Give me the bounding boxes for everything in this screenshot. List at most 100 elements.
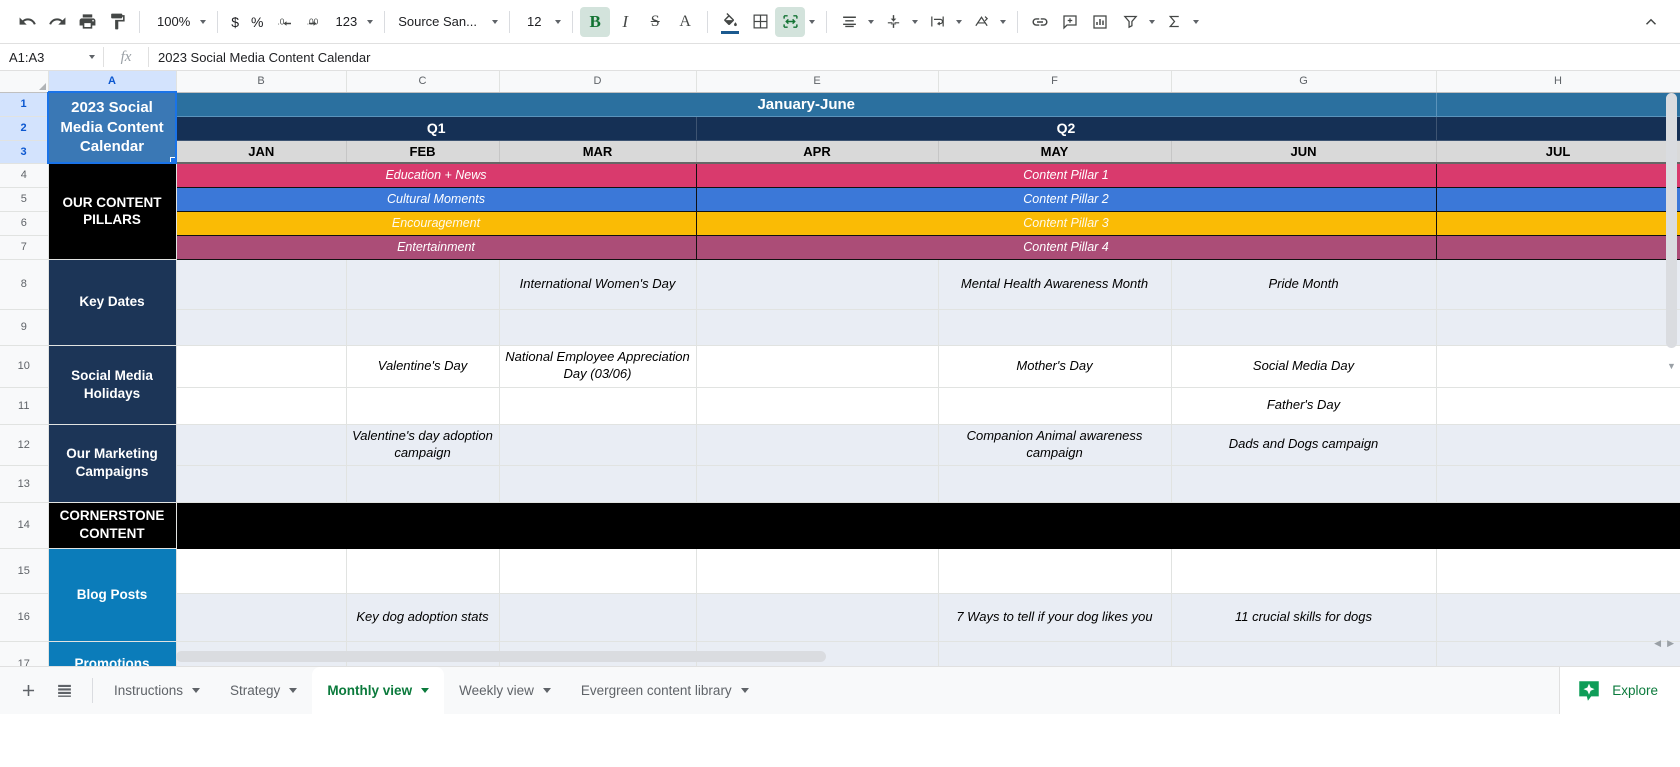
quarter-q1[interactable]: Q1 xyxy=(176,116,697,141)
sheet-tab-evergreen-content-library[interactable]: Evergreen content library xyxy=(566,667,764,714)
column-header-g[interactable]: G xyxy=(1171,71,1437,93)
cell-b8[interactable] xyxy=(176,259,347,310)
cell-g16[interactable]: 11 crucial skills for dogs xyxy=(1171,593,1437,642)
chart-icon[interactable] xyxy=(1085,7,1115,37)
column-header-a[interactable]: A xyxy=(48,71,177,93)
redo-icon[interactable] xyxy=(42,7,72,37)
column-header-b[interactable]: B xyxy=(176,71,347,93)
scroll-left-icon[interactable]: ◀ xyxy=(1654,639,1661,648)
pillar-3-q1[interactable]: Encouragement xyxy=(176,211,697,236)
add-sheet-icon[interactable] xyxy=(10,667,46,714)
link-icon[interactable] xyxy=(1025,7,1055,37)
filter-caret-icon[interactable] xyxy=(1145,7,1159,37)
cell-d16[interactable] xyxy=(499,593,697,642)
vertical-align-caret-icon[interactable] xyxy=(908,7,922,37)
cell-e13[interactable] xyxy=(696,465,939,503)
row-header-10[interactable]: 10 xyxy=(0,345,49,388)
cell-f14[interactable] xyxy=(938,502,1172,549)
cell-g11[interactable]: Father's Day xyxy=(1171,387,1437,425)
pillar-2-q1[interactable]: Cultural Moments xyxy=(176,187,697,212)
number-format-caret-icon[interactable] xyxy=(363,7,377,37)
row-header-8[interactable]: 8 xyxy=(0,259,49,310)
cell-h12[interactable] xyxy=(1436,424,1680,466)
cell-b9[interactable] xyxy=(176,309,347,346)
cell-g14[interactable] xyxy=(1171,502,1437,549)
font-family-selector[interactable]: Source San... xyxy=(392,7,488,37)
cell-d15[interactable] xyxy=(499,548,697,594)
cell-b15[interactable] xyxy=(176,548,347,594)
row-header-12[interactable]: 12 xyxy=(0,424,49,466)
cell-b16[interactable] xyxy=(176,593,347,642)
merge-caret-icon[interactable] xyxy=(805,7,819,37)
section-label-marketing-campaigns[interactable]: Our Marketing Campaigns xyxy=(48,424,177,503)
chevron-down-icon[interactable] xyxy=(289,688,298,693)
cell-g15[interactable] xyxy=(1171,548,1437,594)
sheet-tab-strategy[interactable]: Strategy xyxy=(215,667,312,714)
pillar-2-overflow[interactable] xyxy=(1436,187,1680,212)
cell-f16[interactable]: 7 Ways to tell if your dog likes you xyxy=(938,593,1172,642)
cell-f13[interactable] xyxy=(938,465,1172,503)
row-header-2[interactable]: 2 xyxy=(0,116,49,141)
chevron-down-icon[interactable] xyxy=(192,688,201,693)
cell-b11[interactable] xyxy=(176,387,347,425)
pillar-3-overflow[interactable] xyxy=(1436,211,1680,236)
strikethrough-button[interactable]: S xyxy=(640,7,670,37)
scroll-down-button[interactable]: ▼ xyxy=(1665,361,1678,371)
row-header-3[interactable]: 3 xyxy=(0,140,49,164)
pillar-3-q2[interactable]: Content Pillar 3 xyxy=(696,211,1437,236)
row-header-13[interactable]: 13 xyxy=(0,465,49,503)
cell-e14[interactable] xyxy=(696,502,939,549)
cell-g13[interactable] xyxy=(1171,465,1437,503)
cell-b10[interactable] xyxy=(176,345,347,388)
cell-c10[interactable]: Valentine's Day xyxy=(346,345,500,388)
row-header-16[interactable]: 16 xyxy=(0,593,49,642)
cell-d14[interactable] xyxy=(499,502,697,549)
cell-b14[interactable] xyxy=(176,502,347,549)
column-header-h[interactable]: H xyxy=(1436,71,1680,93)
cell-f9[interactable] xyxy=(938,309,1172,346)
italic-button[interactable]: I xyxy=(610,7,640,37)
cell-f15[interactable] xyxy=(938,548,1172,594)
cell-e10[interactable] xyxy=(696,345,939,388)
cell-d8[interactable]: International Women's Day xyxy=(499,259,697,310)
section-label-social-media-holidays[interactable]: Social Media Holidays xyxy=(48,345,177,425)
month-header-jan[interactable]: JAN xyxy=(176,140,347,164)
cell-f8[interactable]: Mental Health Awareness Month xyxy=(938,259,1172,310)
font-size-caret-icon[interactable] xyxy=(551,7,565,37)
row-header-14[interactable]: 14 xyxy=(0,502,49,549)
cell-f10[interactable]: Mother's Day xyxy=(938,345,1172,388)
cell-h8[interactable] xyxy=(1436,259,1680,310)
cell-e11[interactable] xyxy=(696,387,939,425)
banner-overflow-cell[interactable] xyxy=(1436,92,1680,117)
cell-c16[interactable]: Key dog adoption stats xyxy=(346,593,500,642)
row-header-17[interactable]: 17 xyxy=(0,641,49,666)
cell-h16[interactable] xyxy=(1436,593,1680,642)
section-label-cornerstone-content[interactable]: CORNERSTONE CONTENT xyxy=(48,502,177,549)
select-all-corner[interactable] xyxy=(0,71,49,93)
row-header-4[interactable]: 4 xyxy=(0,163,49,188)
row-header-15[interactable]: 15 xyxy=(0,548,49,594)
zoom-caret-icon[interactable] xyxy=(196,7,210,37)
cell-c14[interactable] xyxy=(346,502,500,549)
section-label-blog-posts[interactable]: Blog Posts xyxy=(48,548,177,642)
row-header-11[interactable]: 11 xyxy=(0,387,49,425)
column-header-d[interactable]: D xyxy=(499,71,697,93)
cell-e16[interactable] xyxy=(696,593,939,642)
month-header-jul[interactable]: JUL xyxy=(1436,140,1680,164)
cell-e8[interactable] xyxy=(696,259,939,310)
cell-d10[interactable]: National Employee Appreciation Day (03/0… xyxy=(499,345,697,388)
bold-button[interactable]: B xyxy=(580,6,611,37)
zoom-selector[interactable]: 100% xyxy=(147,7,196,37)
row-header-7[interactable]: 7 xyxy=(0,235,49,260)
decrease-decimal-icon[interactable]: .0 xyxy=(270,7,300,37)
cell-g8[interactable]: Pride Month xyxy=(1171,259,1437,310)
text-wrap-caret-icon[interactable] xyxy=(952,7,966,37)
title-cell[interactable]: 2023 Social Media Content Calendar xyxy=(47,91,177,164)
row-header-1[interactable]: 1 xyxy=(0,92,49,117)
pillar-1-q1[interactable]: Education + News xyxy=(176,163,697,188)
text-wrap-icon[interactable] xyxy=(922,7,952,37)
cell-b13[interactable] xyxy=(176,465,347,503)
column-header-e[interactable]: E xyxy=(696,71,939,93)
banner-january-june[interactable]: January-June xyxy=(176,92,1437,117)
cell-h9[interactable] xyxy=(1436,309,1680,346)
